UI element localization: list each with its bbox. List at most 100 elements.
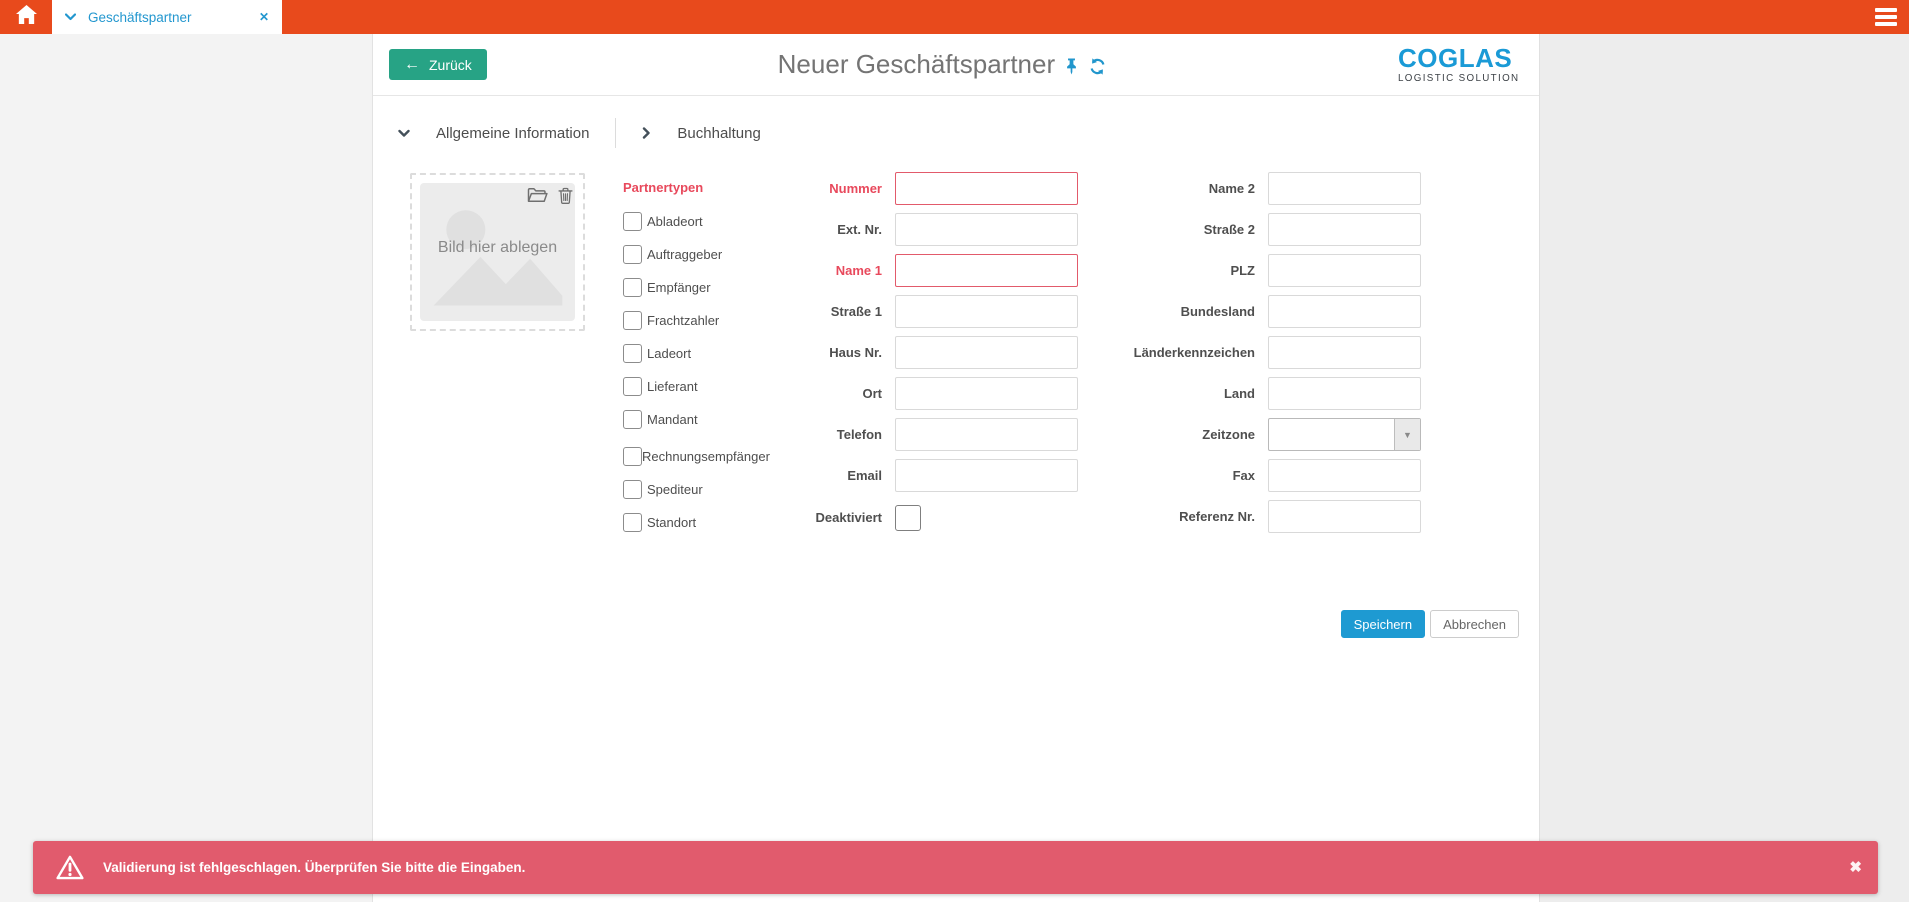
alert-close-icon[interactable]: ✖ bbox=[1849, 860, 1862, 875]
save-button[interactable]: Speichern bbox=[1341, 610, 1426, 638]
back-button-label: Zurück bbox=[429, 57, 472, 73]
field-label-telefon: Telefon bbox=[729, 418, 895, 451]
field-label-ext-nr: Ext. Nr. bbox=[729, 213, 895, 246]
checkbox-standort[interactable] bbox=[623, 513, 642, 532]
section-headers: Allgemeine Information Buchhaltung bbox=[398, 120, 1539, 146]
top-navigation-bar: Geschäftspartner ✕ bbox=[0, 0, 1909, 34]
field-label-laenderkennzeichen: Länderkennzeichen bbox=[1056, 336, 1268, 369]
input-strasse-2[interactable] bbox=[1268, 213, 1421, 246]
input-land[interactable] bbox=[1268, 377, 1421, 410]
input-plz[interactable] bbox=[1268, 254, 1421, 287]
field-row-zeitzone: Zeitzone ▼ bbox=[1056, 418, 1421, 451]
field-row-laenderkennzeichen: Länderkennzeichen bbox=[1056, 336, 1421, 369]
checkbox-label: Frachtzahler bbox=[647, 313, 719, 330]
page-header: ← Zurück Neuer Geschäftspartner bbox=[373, 34, 1539, 96]
checkbox-ladeort[interactable] bbox=[623, 344, 642, 363]
page-title: Neuer Geschäftspartner bbox=[778, 49, 1055, 80]
checkbox-empfaenger[interactable] bbox=[623, 278, 642, 297]
checkbox-label: Spediteur bbox=[647, 482, 703, 499]
app-window: Geschäftspartner ✕ ← Zurück Neuer Geschä… bbox=[0, 0, 1909, 902]
checkbox-label: Ladeort bbox=[647, 346, 691, 363]
checkbox-frachtzahler[interactable] bbox=[623, 311, 642, 330]
menu-hamburger-icon[interactable] bbox=[1875, 5, 1897, 30]
form-column-right: Name 2 Straße 2 PLZ Bundesland Länderken… bbox=[1056, 172, 1421, 541]
input-bundesland[interactable] bbox=[1268, 295, 1421, 328]
form-column-middle: Nummer Ext. Nr. Name 1 Straße 1 Haus Nr.… bbox=[729, 172, 1078, 539]
field-label-plz: PLZ bbox=[1056, 254, 1268, 287]
field-row-name-2: Name 2 bbox=[1056, 172, 1421, 205]
zeitzone-dropdown-button[interactable]: ▼ bbox=[1394, 419, 1420, 450]
field-row-deaktiviert: Deaktiviert bbox=[729, 505, 1078, 531]
checkbox-mandant[interactable] bbox=[623, 410, 642, 429]
field-label-land: Land bbox=[1056, 377, 1268, 410]
field-label-name-1: Name 1 bbox=[729, 254, 895, 287]
input-ort[interactable] bbox=[895, 377, 1078, 410]
logo-name: COGLAS bbox=[1398, 45, 1523, 71]
dropzone-text: Bild hier ablegen bbox=[420, 239, 575, 257]
tab-geschaeftspartner[interactable]: Geschäftspartner ✕ bbox=[52, 0, 282, 34]
input-name-1[interactable] bbox=[895, 254, 1078, 287]
chevron-down-icon bbox=[398, 129, 410, 138]
field-row-strasse-2: Straße 2 bbox=[1056, 213, 1421, 246]
main-content-card: ← Zurück Neuer Geschäftspartner bbox=[373, 34, 1540, 902]
logo-subtitle: LOGISTIC SOLUTION bbox=[1398, 73, 1523, 84]
validation-alert: Validierung ist fehlgeschlagen. Überprüf… bbox=[33, 841, 1878, 894]
field-row-plz: PLZ bbox=[1056, 254, 1421, 287]
field-label-fax: Fax bbox=[1056, 459, 1268, 492]
caret-down-icon: ▼ bbox=[1403, 430, 1412, 440]
field-label-email: Email bbox=[729, 459, 895, 492]
checkbox-label: Mandant bbox=[647, 412, 698, 429]
input-haus-nr[interactable] bbox=[895, 336, 1078, 369]
section-allgemeine-information[interactable]: Allgemeine Information bbox=[398, 125, 589, 142]
field-row-land: Land bbox=[1056, 377, 1421, 410]
image-dropzone[interactable]: Bild hier ablegen bbox=[410, 173, 585, 331]
refresh-icon[interactable] bbox=[1088, 57, 1107, 76]
input-referenz-nr[interactable] bbox=[1268, 500, 1421, 533]
field-row-ext-nr: Ext. Nr. bbox=[729, 213, 1078, 246]
section-divider bbox=[615, 118, 616, 148]
field-row-telefon: Telefon bbox=[729, 418, 1078, 451]
field-row-ort: Ort bbox=[729, 377, 1078, 410]
input-email[interactable] bbox=[895, 459, 1078, 492]
field-label-strasse-1: Straße 1 bbox=[729, 295, 895, 328]
checkbox-label: Abladeort bbox=[647, 214, 703, 231]
tab-label: Geschäftspartner bbox=[88, 10, 192, 25]
checkbox-label: Standort bbox=[647, 515, 696, 532]
checkbox-abladeort[interactable] bbox=[623, 212, 642, 231]
checkbox-label: Empfänger bbox=[647, 280, 711, 297]
section-label: Allgemeine Information bbox=[436, 125, 589, 142]
back-button[interactable]: ← Zurück bbox=[389, 49, 487, 80]
field-label-zeitzone: Zeitzone bbox=[1056, 418, 1268, 451]
checkbox-label: Auftraggeber bbox=[647, 247, 722, 264]
field-row-name-1: Name 1 bbox=[729, 254, 1078, 287]
checkbox-rechnungsempfaenger[interactable] bbox=[623, 447, 642, 466]
field-label-deaktiviert: Deaktiviert bbox=[729, 505, 895, 531]
checkbox-lieferant[interactable] bbox=[623, 377, 642, 396]
input-strasse-1[interactable] bbox=[895, 295, 1078, 328]
trash-icon[interactable] bbox=[558, 187, 573, 205]
input-name-2[interactable] bbox=[1268, 172, 1421, 205]
chevron-down-icon[interactable] bbox=[65, 8, 76, 26]
section-buchhaltung[interactable]: Buchhaltung bbox=[642, 125, 760, 142]
checkbox-auftraggeber[interactable] bbox=[623, 245, 642, 264]
alert-message: Validierung ist fehlgeschlagen. Überprüf… bbox=[103, 860, 525, 875]
zeitzone-select[interactable]: ▼ bbox=[1268, 418, 1421, 451]
chevron-right-icon bbox=[642, 127, 651, 139]
field-label-strasse-2: Straße 2 bbox=[1056, 213, 1268, 246]
home-button[interactable] bbox=[0, 0, 52, 34]
checkbox-deaktiviert[interactable] bbox=[895, 505, 921, 531]
field-label-name-2: Name 2 bbox=[1056, 172, 1268, 205]
field-row-strasse-1: Straße 1 bbox=[729, 295, 1078, 328]
tab-close-icon[interactable]: ✕ bbox=[259, 10, 269, 24]
checkbox-spediteur[interactable] bbox=[623, 480, 642, 499]
input-laenderkennzeichen[interactable] bbox=[1268, 336, 1421, 369]
field-row-nummer: Nummer bbox=[729, 172, 1078, 205]
input-telefon[interactable] bbox=[895, 418, 1078, 451]
pin-icon[interactable] bbox=[1064, 58, 1079, 75]
open-folder-icon[interactable] bbox=[526, 187, 548, 205]
input-ext-nr[interactable] bbox=[895, 213, 1078, 246]
input-fax[interactable] bbox=[1268, 459, 1421, 492]
input-nummer[interactable] bbox=[895, 172, 1078, 205]
field-row-referenz-nr: Referenz Nr. bbox=[1056, 500, 1421, 533]
cancel-button[interactable]: Abbrechen bbox=[1430, 610, 1519, 638]
